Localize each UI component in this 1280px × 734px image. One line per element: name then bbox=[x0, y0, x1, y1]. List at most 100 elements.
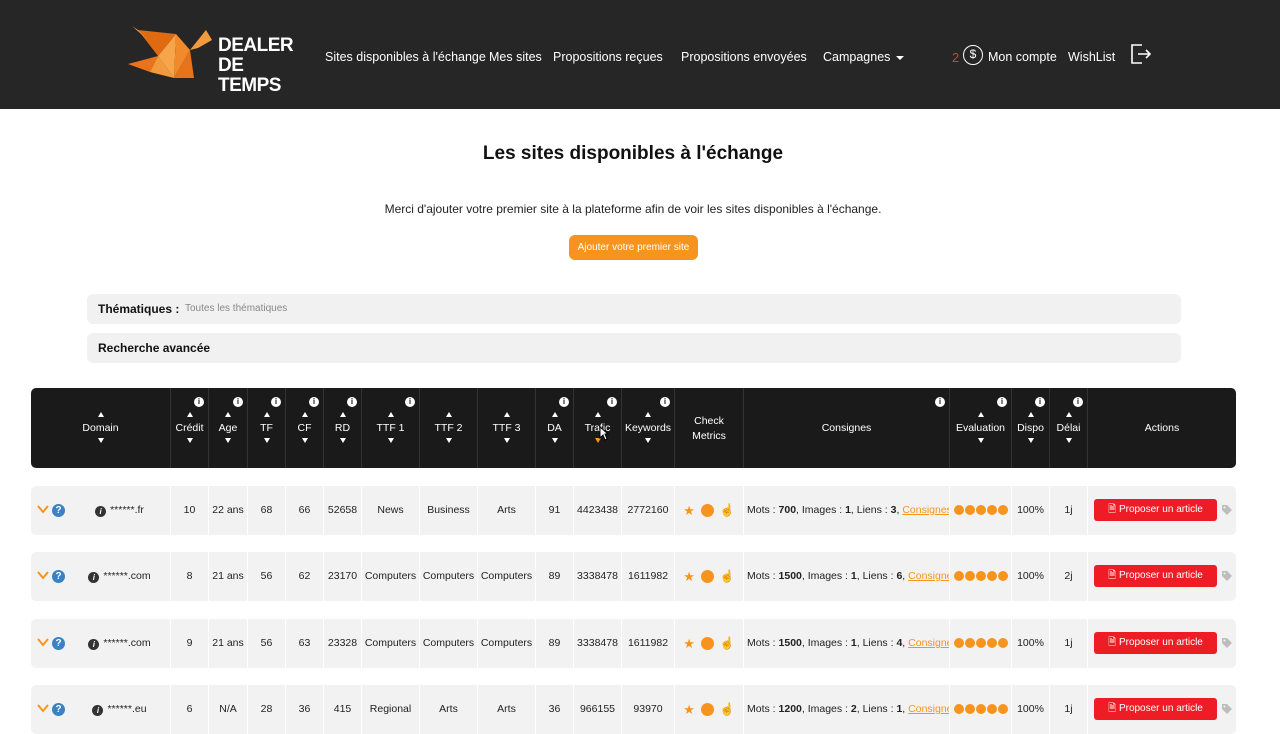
consignes-text: Mots : 1500, Images : 1, Liens : 6, bbox=[747, 570, 909, 582]
info-icon[interactable]: i bbox=[935, 397, 945, 407]
nav-campagnes-dropdown[interactable]: Campagnes bbox=[823, 50, 905, 64]
info-icon[interactable]: i bbox=[92, 705, 104, 716]
info-icon[interactable]: i bbox=[660, 397, 670, 407]
logo-line-2: DE TEMPS bbox=[218, 55, 281, 96]
metrics-dot-icon[interactable] bbox=[700, 637, 714, 650]
star-icon[interactable]: ★ bbox=[683, 619, 695, 668]
info-icon[interactable]: i bbox=[347, 397, 357, 407]
cell-tf: 28 bbox=[248, 685, 286, 734]
metrics-dot-icon[interactable] bbox=[700, 703, 714, 716]
col-ttf2[interactable]: TTF 2 bbox=[420, 388, 478, 468]
col-evaluation[interactable]: i Evaluation bbox=[950, 388, 1012, 468]
nav-wishlist[interactable]: WishList bbox=[1068, 50, 1115, 64]
table-row: ? i ******.com 9 21 ans 56 63 23328 Compu… bbox=[31, 619, 1236, 668]
info-icon[interactable]: i bbox=[194, 397, 204, 407]
propose-article-button[interactable]: 🗎 Proposer un article bbox=[1094, 499, 1217, 521]
info-icon[interactable]: i bbox=[405, 397, 415, 407]
sort-up-icon bbox=[97, 412, 104, 417]
tag-icon[interactable] bbox=[1221, 637, 1233, 649]
nav-sites-disponibles[interactable]: Sites disponibles à l'échange bbox=[325, 50, 486, 64]
nav-propositions-recues[interactable]: Propositions reçues bbox=[553, 50, 663, 64]
sort-up-icon bbox=[594, 412, 601, 417]
cell-check-metrics: ★ ☝ bbox=[675, 685, 744, 734]
rating-dot-icon bbox=[975, 638, 986, 649]
cell-check-metrics: ★ ☝ bbox=[675, 486, 744, 535]
nav-mes-sites[interactable]: Mes sites bbox=[489, 50, 542, 64]
propose-article-button[interactable]: 🗎 Proposer un article bbox=[1094, 565, 1217, 587]
col-cf[interactable]: i CF bbox=[286, 388, 324, 468]
consignes-link[interactable]: Consignes bbox=[902, 504, 949, 516]
col-credit[interactable]: i Crédit bbox=[171, 388, 209, 468]
consignes-link[interactable]: Consignes bbox=[908, 570, 949, 582]
cell-evaluation bbox=[950, 685, 1012, 734]
info-icon[interactable]: i bbox=[1035, 397, 1045, 407]
advanced-search-toggle[interactable]: Recherche avancée bbox=[87, 333, 1181, 363]
propose-label: Proposer un article bbox=[1118, 637, 1203, 648]
logout-icon[interactable] bbox=[1130, 43, 1152, 65]
pointer-hand-icon[interactable]: ☝ bbox=[720, 486, 735, 535]
pointer-hand-icon[interactable]: ☝ bbox=[720, 619, 735, 668]
tag-icon[interactable] bbox=[1221, 703, 1233, 715]
rating-dot-icon bbox=[953, 704, 964, 715]
images-value: 1 bbox=[850, 637, 857, 649]
cell-actions: 🗎 Proposer un article bbox=[1088, 552, 1236, 601]
info-icon[interactable]: i bbox=[997, 397, 1007, 407]
dragon-logo-icon bbox=[128, 26, 212, 78]
propose-article-button[interactable]: 🗎 Proposer un article bbox=[1094, 698, 1217, 720]
cell-consignes: Mots : 1500, Images : 1, Liens : 6, Cons… bbox=[744, 552, 950, 601]
sort-down-icon bbox=[301, 438, 308, 443]
col-da[interactable]: i DA bbox=[536, 388, 574, 468]
star-icon[interactable]: ★ bbox=[683, 685, 695, 734]
cell-dispo: 100% bbox=[1012, 685, 1050, 734]
credits-count: 2 bbox=[952, 50, 960, 65]
info-icon[interactable]: i bbox=[559, 397, 569, 407]
info-icon[interactable]: i bbox=[88, 572, 100, 583]
info-icon[interactable]: i bbox=[271, 397, 281, 407]
sort-up-icon bbox=[503, 412, 510, 417]
col-rd[interactable]: i RD bbox=[324, 388, 362, 468]
col-trafic[interactable]: i Trafic bbox=[574, 388, 622, 468]
cell-age: 22 ans bbox=[209, 486, 248, 535]
cell-rd: 415 bbox=[324, 685, 362, 734]
document-icon: 🗎 bbox=[1108, 504, 1119, 515]
sort-up-icon bbox=[225, 412, 231, 417]
logo[interactable]: DEALER DE TEMPS bbox=[128, 26, 294, 96]
sort-down-icon bbox=[186, 438, 193, 443]
nav-propositions-envoyees[interactable]: Propositions envoyées bbox=[681, 50, 807, 64]
info-icon[interactable]: i bbox=[95, 506, 107, 517]
mots-value: 700 bbox=[778, 504, 797, 516]
cell-ttf3: Arts bbox=[478, 685, 536, 734]
consignes-link[interactable]: Consignes bbox=[908, 637, 949, 649]
info-icon[interactable]: i bbox=[233, 397, 243, 407]
info-icon[interactable]: i bbox=[607, 397, 617, 407]
col-dispo[interactable]: i Dispo bbox=[1012, 388, 1050, 468]
info-icon[interactable]: i bbox=[1073, 397, 1083, 407]
pointer-hand-icon[interactable]: ☝ bbox=[720, 552, 735, 601]
metrics-dot-icon[interactable] bbox=[700, 570, 714, 583]
rating-dot-icon bbox=[964, 704, 975, 715]
propose-article-button[interactable]: 🗎 Proposer un article bbox=[1094, 632, 1217, 654]
col-delai[interactable]: i Délai bbox=[1050, 388, 1088, 468]
tag-icon[interactable] bbox=[1221, 570, 1233, 582]
thematiques-filter[interactable]: Thématiques : Toutes les thématiques bbox=[87, 294, 1181, 324]
pointer-hand-icon[interactable]: ☝ bbox=[720, 685, 735, 734]
tag-icon[interactable] bbox=[1221, 504, 1233, 516]
nav-mon-compte[interactable]: Mon compte bbox=[988, 50, 1057, 64]
col-tf[interactable]: i TF bbox=[248, 388, 286, 468]
col-ttf1[interactable]: i TTF 1 bbox=[362, 388, 420, 468]
col-domain[interactable]: Domain bbox=[31, 388, 171, 468]
add-first-site-button[interactable]: Ajouter votre premier site bbox=[569, 235, 698, 260]
info-icon[interactable]: i bbox=[88, 639, 100, 650]
col-age[interactable]: i Age bbox=[209, 388, 248, 468]
col-keywords[interactable]: i Keywords bbox=[622, 388, 675, 468]
col-ttf3[interactable]: TTF 3 bbox=[478, 388, 536, 468]
rating-dot-icon bbox=[997, 704, 1008, 715]
rating-dot-icon bbox=[975, 704, 986, 715]
metrics-dot-icon[interactable] bbox=[700, 504, 714, 517]
cell-check-metrics: ★ ☝ bbox=[675, 619, 744, 668]
info-icon[interactable]: i bbox=[309, 397, 319, 407]
star-icon[interactable]: ★ bbox=[683, 486, 695, 535]
star-icon[interactable]: ★ bbox=[683, 552, 695, 601]
cell-dispo: 100% bbox=[1012, 552, 1050, 601]
consignes-link[interactable]: Consignes bbox=[908, 703, 949, 715]
